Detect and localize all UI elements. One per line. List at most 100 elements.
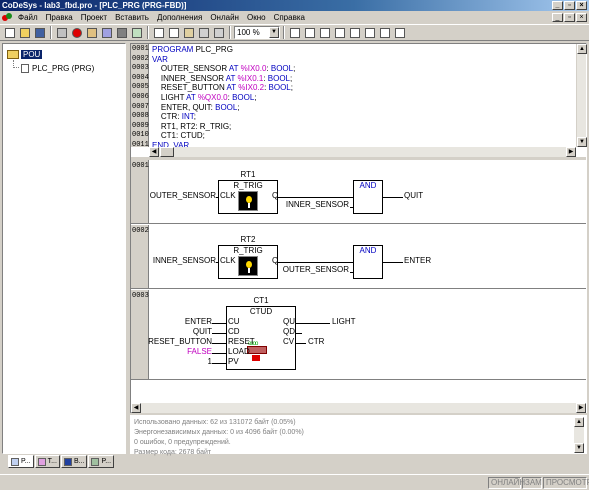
- scrollbar-thumb[interactable]: [160, 147, 174, 157]
- data-types-icon: [37, 457, 46, 466]
- and-input-variable[interactable]: INNER_SENSOR: [286, 200, 349, 209]
- line-number: 0004: [132, 73, 149, 82]
- code-line: LIGHT AT %QX0.0: BOOL;: [152, 93, 257, 102]
- cut-icon[interactable]: [152, 26, 166, 39]
- tab-resources[interactable]: P...: [88, 455, 115, 468]
- input-constant-pv[interactable]: 1: [208, 357, 212, 366]
- wire: [212, 343, 226, 344]
- menu-help[interactable]: Справка: [270, 13, 309, 22]
- run-icon[interactable]: [85, 26, 99, 39]
- mdi-close-button[interactable]: ×: [576, 13, 587, 22]
- paste-icon[interactable]: [182, 26, 196, 39]
- scroll-up-icon[interactable]: ▲: [574, 417, 584, 427]
- input-variable[interactable]: INNER_SENSOR: [153, 256, 216, 265]
- code-text: OUTER_SENSOR: [152, 64, 229, 74]
- tree-item-pou[interactable]: POU: [7, 50, 43, 59]
- new-file-icon[interactable]: [3, 26, 17, 39]
- insert-network-after-icon[interactable]: [303, 26, 317, 39]
- tree-item-plc-prg[interactable]: PLC_PRG (PRG): [21, 64, 94, 73]
- tab-pous[interactable]: P...: [8, 455, 34, 468]
- output-variable[interactable]: ENTER: [404, 256, 431, 265]
- fbd-horizontal-scrollbar[interactable]: ◀ ▶: [131, 403, 586, 413]
- menu-project[interactable]: Проект: [77, 13, 111, 22]
- wire: [278, 197, 351, 198]
- input-variable-reset[interactable]: RESET_BUTTON: [148, 337, 212, 346]
- tree-item-pou-label: POU: [21, 50, 43, 59]
- menu-insert[interactable]: Вставить: [111, 13, 153, 22]
- scroll-down-icon[interactable]: ▼: [574, 443, 584, 453]
- menu-edit[interactable]: Правка: [42, 13, 77, 22]
- declaration-horizontal-scrollbar[interactable]: ◀ ▶: [149, 147, 576, 157]
- insert-box-icon[interactable]: [318, 26, 332, 39]
- network-1[interactable]: 0001 RT1 R_TRIG CLK Q OUTER_SENSOR AND I…: [131, 160, 586, 224]
- tab-data-types[interactable]: T...: [34, 455, 60, 468]
- scroll-right-icon[interactable]: ▶: [576, 403, 586, 413]
- menu-extras[interactable]: Дополнения: [153, 13, 206, 22]
- wire: [212, 353, 226, 354]
- input-variable[interactable]: OUTER_SENSOR: [150, 191, 216, 200]
- breakpoint-icon[interactable]: [115, 26, 129, 39]
- save-icon[interactable]: [33, 26, 47, 39]
- chevron-down-icon[interactable]: ▼: [269, 27, 279, 38]
- type-keyword: BOOL: [267, 73, 290, 83]
- stop-icon[interactable]: [70, 26, 84, 39]
- counter-display: [247, 346, 267, 354]
- maximize-button[interactable]: ▫: [564, 1, 575, 10]
- scroll-left-icon[interactable]: ◀: [149, 147, 159, 157]
- mdi-minimize-button[interactable]: _: [552, 13, 563, 22]
- input-variable-quit[interactable]: QUIT: [193, 327, 212, 336]
- fb-instance-name[interactable]: CT1: [226, 296, 296, 305]
- output-variable-light[interactable]: LIGHT: [332, 317, 356, 326]
- menu-file[interactable]: Файл: [14, 13, 42, 22]
- write-values-icon[interactable]: [130, 26, 144, 39]
- open-file-icon[interactable]: [18, 26, 32, 39]
- code-line: INNER_SENSOR AT %IX0.1: BOOL;: [152, 74, 292, 83]
- line-number: 0007: [132, 102, 149, 111]
- network-number: 0002: [131, 225, 149, 288]
- network-3[interactable]: 0003 CT1 CTUD oooo CU CD RESET LOAD PV E…: [131, 290, 586, 380]
- mdi-restore-button[interactable]: ▫: [564, 13, 575, 22]
- copy-icon[interactable]: [167, 26, 181, 39]
- network-2[interactable]: 0002 RT2 R_TRIG CLK Q INNER_SENSOR AND O…: [131, 225, 586, 289]
- insert-input-icon[interactable]: [333, 26, 347, 39]
- fb-type-name: R_TRIG: [233, 246, 263, 255]
- scroll-down-icon[interactable]: ▼: [577, 137, 587, 147]
- scroll-right-icon[interactable]: ▶: [566, 147, 576, 157]
- login-icon[interactable]: [55, 26, 69, 39]
- output-variable-ctr[interactable]: CTR: [308, 337, 324, 346]
- scroll-left-icon[interactable]: ◀: [131, 403, 141, 413]
- step-icon[interactable]: [100, 26, 114, 39]
- insert-network-before-icon[interactable]: [288, 26, 302, 39]
- message-line: Использовано данных: 62 из 131072 байт (…: [134, 419, 296, 426]
- fb-instance-name[interactable]: RT2: [218, 235, 278, 244]
- input-constant-false[interactable]: FALSE: [187, 347, 212, 356]
- semicolon: ;: [254, 93, 257, 102]
- line-number: 0003: [132, 64, 149, 73]
- declaration-vertical-scrollbar[interactable]: ▲ ▼: [576, 44, 587, 147]
- and-input-variable[interactable]: OUTER_SENSOR: [283, 265, 349, 274]
- title-bar: CoDeSys - lab3_fbd.pro - [PLC_PRG (PRG-F…: [0, 0, 589, 11]
- declaration-editor[interactable]: 0001 PROGRAM PLC_PRG 0002 VAR 0003 OUTER_SEN…: [131, 44, 576, 147]
- code-line: RT1, RT2: R_TRIG;: [152, 122, 231, 131]
- code-text: LIGHT: [152, 93, 187, 102]
- input-variable-enter[interactable]: ENTER: [185, 317, 212, 326]
- codesys-app-icon[interactable]: [2, 12, 12, 23]
- output-variable[interactable]: QUIT: [404, 191, 423, 200]
- zoom-select[interactable]: 100 % ▼: [234, 26, 280, 39]
- tab-visualizations[interactable]: B...: [60, 455, 88, 468]
- wire: [350, 207, 353, 208]
- scroll-up-icon[interactable]: ▲: [577, 44, 587, 54]
- toolbar-separator: [147, 26, 149, 39]
- insert-jump-icon[interactable]: [363, 26, 377, 39]
- close-button[interactable]: ×: [576, 1, 587, 10]
- insert-output-icon[interactable]: [348, 26, 362, 39]
- messages-vertical-scrollbar[interactable]: ▲ ▼: [574, 417, 584, 453]
- insert-return-icon[interactable]: [378, 26, 392, 39]
- menu-online[interactable]: Онлайн: [206, 13, 243, 22]
- negate-icon[interactable]: [393, 26, 407, 39]
- find-icon[interactable]: [197, 26, 211, 39]
- fb-instance-name[interactable]: RT1: [218, 170, 278, 179]
- minimize-button[interactable]: _: [552, 1, 563, 10]
- find-next-icon[interactable]: [212, 26, 226, 39]
- menu-window[interactable]: Окно: [243, 13, 270, 22]
